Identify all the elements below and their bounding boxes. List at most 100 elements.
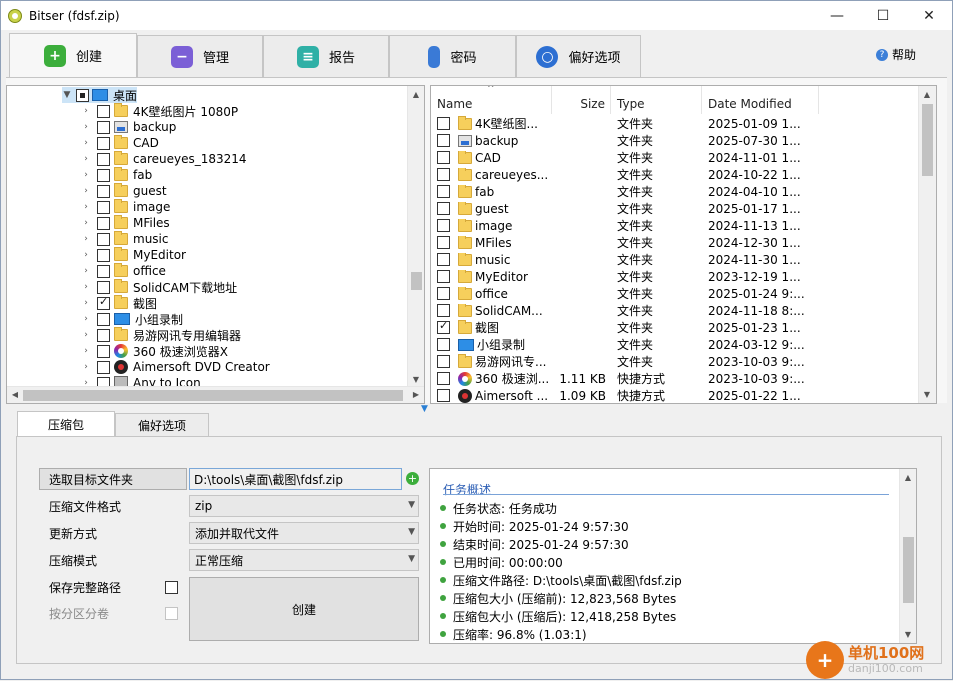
tab-create[interactable]: + 创建 xyxy=(9,33,137,77)
chevron-right-icon[interactable]: › xyxy=(81,186,91,196)
tree-scroll-thumb[interactable] xyxy=(411,272,422,290)
file-list-row[interactable]: 小组录制 文件夹 2024-03-12 9:... xyxy=(431,336,920,353)
tab-report[interactable]: ≡ 报告 xyxy=(263,35,389,77)
keep-full-path-checkbox[interactable] xyxy=(165,581,178,594)
tree-item-checkbox[interactable] xyxy=(97,344,110,358)
tree-root-row[interactable]: ▼ 桌面 xyxy=(62,87,138,103)
file-list-row[interactable]: office 文件夹 2025-01-24 9:... xyxy=(431,285,920,302)
file-list-row[interactable]: 易游网讯专... 文件夹 2023-10-03 9:... xyxy=(431,353,920,370)
chevron-right-icon[interactable]: › xyxy=(81,298,91,308)
file-list-row[interactable]: CAD 文件夹 2024-11-01 1... xyxy=(431,149,920,166)
chevron-right-icon[interactable]: › xyxy=(81,218,91,228)
file-row-checkbox[interactable] xyxy=(437,151,450,164)
file-list[interactable]: Name ^ Size Type Date Modified 4K壁纸图... 文… xyxy=(430,85,937,404)
chevron-right-icon[interactable]: › xyxy=(81,234,91,244)
split-volume-checkbox[interactable] xyxy=(165,607,178,620)
file-row-checkbox[interactable] xyxy=(437,202,450,215)
tree-item[interactable]: › MyEditor xyxy=(81,247,186,263)
create-button[interactable]: 创建 xyxy=(189,577,419,641)
tab-password[interactable]: 密码 xyxy=(389,35,516,77)
tab-preferences[interactable]: ○ 偏好选项 xyxy=(516,35,641,77)
tree-item[interactable]: › 易游网讯专用编辑器 xyxy=(81,327,241,343)
file-list-row[interactable]: 360 极速浏... 1.11 KB 快捷方式 2023-10-03 9:... xyxy=(431,370,920,387)
file-list-row[interactable]: guest 文件夹 2025-01-17 1... xyxy=(431,200,920,217)
file-row-checkbox[interactable] xyxy=(437,253,450,266)
file-list-row[interactable]: 4K壁纸图... 文件夹 2025-01-09 1... xyxy=(431,115,920,132)
tree-root-checkbox[interactable] xyxy=(76,88,89,102)
tree-item[interactable]: › fab xyxy=(81,167,152,183)
chevron-right-icon[interactable]: › xyxy=(81,282,91,292)
file-row-checkbox[interactable] xyxy=(437,372,450,385)
format-select[interactable]: zip ▼ xyxy=(189,495,419,517)
list-vertical-scrollbar[interactable]: ▲ ▼ xyxy=(918,86,936,403)
folder-tree[interactable]: ▼ 桌面 › 4K壁纸图片 1080P › backup › CAD › careueyes_… xyxy=(6,85,425,404)
compression-mode-select[interactable]: 正常压缩 ▼ xyxy=(189,549,419,571)
summary-scroll-thumb[interactable] xyxy=(903,537,914,603)
tree-hscroll-thumb[interactable] xyxy=(23,390,403,401)
chevron-right-icon[interactable]: › xyxy=(81,346,91,356)
file-list-row[interactable]: 截图 文件夹 2025-01-23 1... xyxy=(431,319,920,336)
tree-item-checkbox[interactable] xyxy=(97,184,110,198)
file-row-checkbox[interactable] xyxy=(437,185,450,198)
chevron-right-icon[interactable]: › xyxy=(81,266,91,276)
update-method-select[interactable]: 添加并取代文件 ▼ xyxy=(189,522,419,544)
tree-item[interactable]: › Aimersoft DVD Creator xyxy=(81,359,270,375)
file-list-row[interactable]: SolidCAM... 文件夹 2024-11-18 8:... xyxy=(431,302,920,319)
help-button[interactable]: ? 帮助 xyxy=(875,46,916,63)
tree-item-checkbox[interactable] xyxy=(97,280,110,294)
file-list-row[interactable]: music 文件夹 2024-11-30 1... xyxy=(431,251,920,268)
chevron-right-icon[interactable]: › xyxy=(81,202,91,212)
close-button[interactable]: ✕ xyxy=(906,1,952,30)
chevron-right-icon[interactable]: › xyxy=(81,106,91,116)
tree-item-checkbox[interactable] xyxy=(97,248,110,262)
tree-item[interactable]: › MFiles xyxy=(81,215,170,231)
tab-archive[interactable]: 压缩包 xyxy=(17,411,115,437)
file-row-checkbox[interactable] xyxy=(437,338,450,351)
file-list-row[interactable]: image 文件夹 2024-11-13 1... xyxy=(431,217,920,234)
tree-item[interactable]: › guest xyxy=(81,183,167,199)
tree-item[interactable]: › image xyxy=(81,199,170,215)
chevron-right-icon[interactable]: › xyxy=(81,170,91,180)
file-list-row[interactable]: careueyes... 文件夹 2024-10-22 1... xyxy=(431,166,920,183)
tree-item-checkbox[interactable] xyxy=(97,152,110,166)
scroll-up-icon[interactable]: ▲ xyxy=(919,86,935,103)
file-row-checkbox[interactable] xyxy=(437,304,450,317)
target-path-field[interactable]: D:\tools\桌面\截图\fdsf.zip xyxy=(189,468,402,490)
tree-item[interactable]: › SolidCAM下载地址 xyxy=(81,279,237,295)
tree-item[interactable]: › CAD xyxy=(81,135,159,151)
tree-item[interactable]: › backup xyxy=(81,119,176,135)
tree-item-checkbox[interactable] xyxy=(97,360,110,374)
file-row-checkbox[interactable] xyxy=(437,219,450,232)
file-row-checkbox[interactable] xyxy=(437,236,450,249)
tree-item[interactable]: › 360 极速浏览器X xyxy=(81,343,228,359)
tree-item[interactable]: › careueyes_183214 xyxy=(81,151,247,167)
chevron-right-icon[interactable]: › xyxy=(81,362,91,372)
maximize-button[interactable]: ☐ xyxy=(860,1,906,30)
tree-item-checkbox[interactable] xyxy=(97,264,110,278)
tab-manage[interactable]: − 管理 xyxy=(137,35,263,77)
column-name[interactable]: Name ^ xyxy=(431,86,552,114)
file-list-row[interactable]: Aimersoft ... 1.09 KB 快捷方式 2025-01-22 1... xyxy=(431,387,920,403)
scroll-down-icon[interactable]: ▼ xyxy=(919,386,935,403)
tree-item[interactable]: › music xyxy=(81,231,168,247)
chevron-right-icon[interactable]: › xyxy=(81,154,91,164)
chevron-right-icon[interactable]: › xyxy=(81,330,91,340)
chevron-down-icon[interactable]: ▼ xyxy=(62,90,72,100)
tree-item-checkbox[interactable] xyxy=(97,312,110,326)
select-target-folder-button[interactable]: 选取目标文件夹 xyxy=(39,468,187,490)
scroll-up-icon[interactable]: ▲ xyxy=(408,86,424,103)
tree-item-checkbox[interactable] xyxy=(97,328,110,342)
tree-horizontal-scrollbar[interactable]: ◀ ▶ xyxy=(7,386,424,403)
add-icon[interactable]: + xyxy=(406,472,419,485)
chevron-right-icon[interactable]: › xyxy=(81,314,91,324)
chevron-right-icon[interactable]: › xyxy=(81,138,91,148)
file-row-checkbox[interactable] xyxy=(437,270,450,283)
chevron-right-icon[interactable]: › xyxy=(81,250,91,260)
column-size[interactable]: Size xyxy=(552,86,611,114)
tree-item-checkbox[interactable] xyxy=(97,295,110,310)
file-list-row[interactable]: MyEditor 文件夹 2023-12-19 1... xyxy=(431,268,920,285)
file-row-checkbox[interactable] xyxy=(437,134,450,147)
tree-item[interactable]: › 4K壁纸图片 1080P xyxy=(81,103,238,119)
tree-item-checkbox[interactable] xyxy=(97,136,110,150)
column-date[interactable]: Date Modified xyxy=(702,86,819,114)
